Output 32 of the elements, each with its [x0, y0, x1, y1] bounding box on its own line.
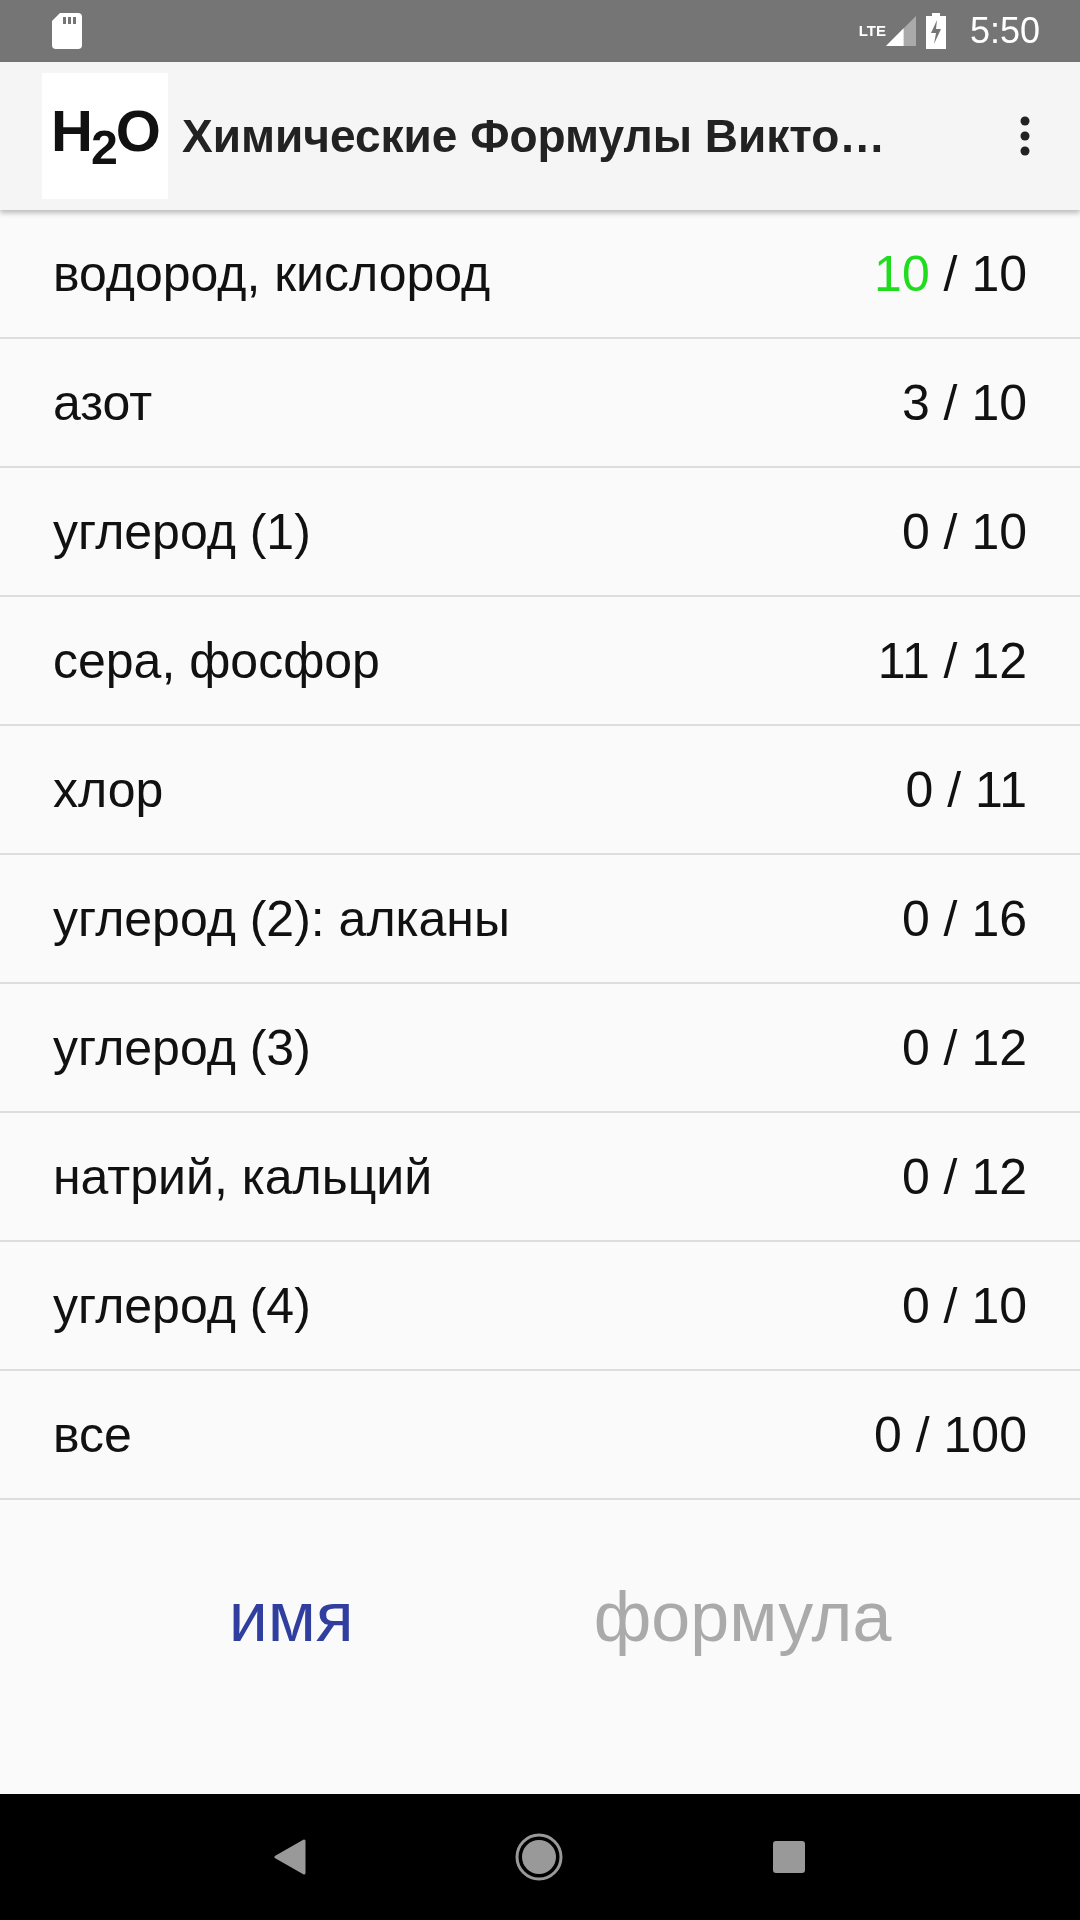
battery-icon — [925, 13, 946, 49]
topic-name[interactable]: углерод (2): алканы — [53, 889, 510, 948]
topic-name[interactable]: хлор — [53, 760, 164, 819]
overflow-menu-icon[interactable] — [1020, 116, 1030, 156]
topic-name[interactable]: азот — [53, 373, 153, 432]
network-type: LTE — [858, 22, 886, 39]
home-icon[interactable] — [515, 1833, 563, 1881]
app-logo: H$_{2}$O — [42, 73, 168, 199]
sd-card-icon — [52, 13, 82, 49]
topic-score: 3 / 10 — [901, 373, 1027, 432]
topic-score: 0 / 12 — [901, 1018, 1027, 1077]
topic-name[interactable]: все — [53, 1405, 132, 1464]
mode-option[interactable]: имя — [228, 1577, 354, 1657]
topic-score: 0 / 12 — [901, 1147, 1027, 1206]
topic-name[interactable]: сера, фосфор — [53, 631, 380, 690]
topic-score: 0 / 10 — [901, 1276, 1027, 1335]
back-icon[interactable] — [274, 1839, 307, 1875]
topic-score: 11 / 12 — [877, 631, 1027, 690]
topic-score: 10 / 10 — [874, 244, 1027, 303]
app-title: Химические Формулы Викто… — [182, 109, 887, 163]
topic-score: 0 / 11 — [905, 760, 1027, 819]
topic-score: 0 / 16 — [901, 889, 1027, 948]
clock: 5:50 — [969, 10, 1040, 52]
topic-name[interactable]: натрий, кальций — [53, 1147, 433, 1206]
topic-name[interactable]: углерод (4) — [53, 1276, 311, 1335]
topic-name[interactable]: углерод (3) — [53, 1018, 311, 1077]
topic-name[interactable]: водород, кислород — [53, 244, 491, 303]
topic-score: 0 / 100 — [874, 1405, 1027, 1464]
topic-name[interactable]: углерод (1) — [53, 502, 311, 561]
signal-icon — [885, 15, 916, 47]
topic-score: 0 / 10 — [901, 502, 1027, 561]
recents-icon[interactable] — [771, 1840, 806, 1874]
